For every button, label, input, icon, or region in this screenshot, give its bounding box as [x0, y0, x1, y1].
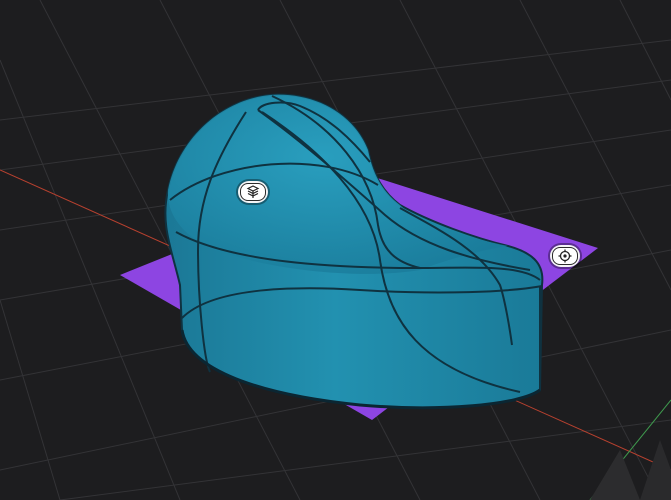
distant-object: [590, 450, 640, 500]
cube-layers-icon: [246, 185, 260, 198]
gizmo-inner: [552, 247, 578, 265]
3d-viewport[interactable]: [0, 0, 671, 500]
gizmo-inner: [240, 183, 266, 201]
solid-body[interactable]: [164, 93, 544, 410]
target-gizmo[interactable]: [550, 245, 580, 267]
object-transform-gizmo[interactable]: [238, 181, 268, 203]
crosshair-icon: [558, 249, 572, 263]
